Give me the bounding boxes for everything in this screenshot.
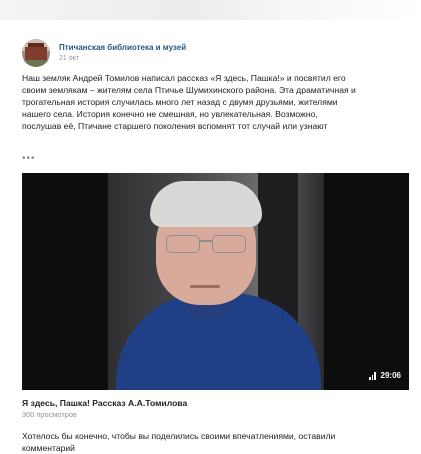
author-name-link[interactable]: Птичанская библиотека и музей [59, 42, 186, 53]
post-text-line: Наш земляк Андрей Томилов написал расска… [22, 73, 346, 83]
author-meta: Птичанская библиотека и музей 21 окт [59, 42, 186, 64]
post-footer-text: Хотелось бы конечно, чтобы вы поделились… [22, 430, 402, 454]
video-person-hair [150, 181, 262, 227]
video-duration-badge: 29:06 [369, 371, 401, 380]
post-header: Птичанская библиотека и музей 21 окт [22, 38, 186, 68]
author-avatar[interactable] [22, 39, 50, 67]
avatar-building [25, 47, 47, 61]
video-person-glasses [166, 235, 248, 253]
post-text-line: трогательная история случилась много лет… [22, 97, 338, 107]
video-duration: 29:06 [380, 371, 401, 380]
video-views: 300 просмотров [22, 410, 77, 419]
footer-text-line: комментарий [22, 443, 75, 453]
footer-text-line: Хотелось бы конечно, чтобы вы поделились… [22, 431, 336, 441]
show-more-dots[interactable]: ••• [22, 154, 36, 164]
glasses-bridge [199, 240, 213, 242]
video-title-link[interactable]: Я здесь, Пашка! Рассказ А.А.Томилова [22, 397, 187, 409]
post-card: Птичанская библиотека и музей 21 окт Наш… [0, 20, 421, 454]
top-bar [0, 0, 421, 20]
post-text: Наш земляк Андрей Томилов написал расска… [22, 72, 397, 132]
signal-bars-icon [369, 371, 377, 380]
glasses-lens-left [166, 235, 200, 253]
post-date[interactable]: 21 окт [59, 54, 186, 64]
post-text-line: нашего села. История конечно не смешная,… [22, 109, 318, 119]
video-player[interactable]: 29:06 [22, 173, 409, 390]
post-text-line: послушав её, Птичане старшего поколения … [22, 121, 328, 131]
avatar-ground [22, 60, 50, 67]
video-frame [108, 173, 324, 390]
post-text-line: своим землякам – жителям села Птичье Шум… [22, 85, 356, 95]
glasses-lens-right [212, 235, 246, 253]
video-person-mouth [190, 285, 220, 288]
